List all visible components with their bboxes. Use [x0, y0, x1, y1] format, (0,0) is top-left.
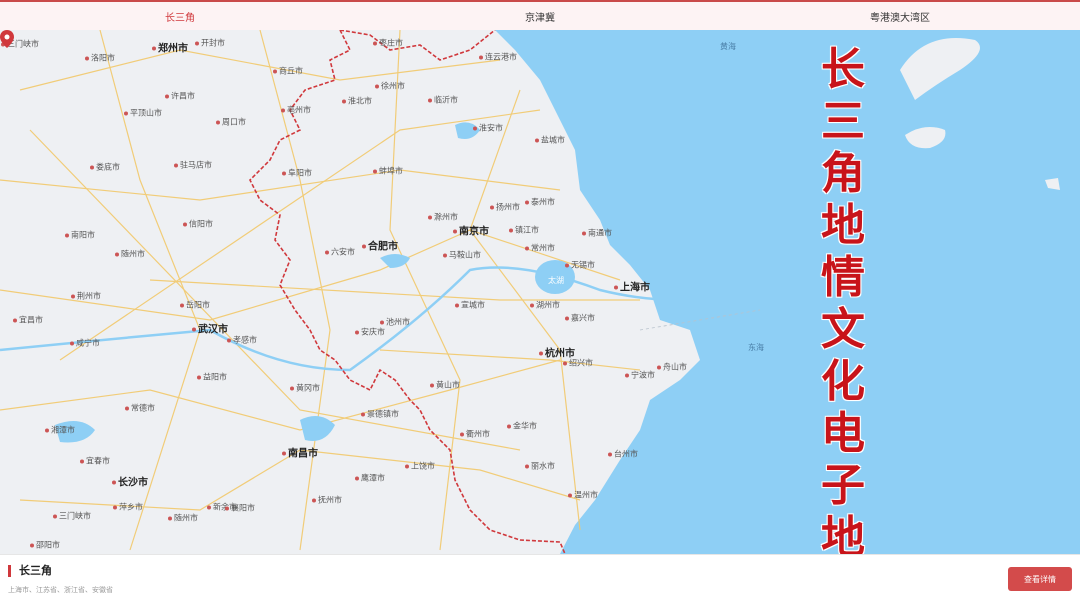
city-label: 随州市 [168, 513, 198, 524]
lake-chaohu [380, 254, 410, 268]
city-label: 湘潭市 [45, 425, 75, 436]
city-label: 无锡市 [565, 260, 595, 271]
title-char: 电 [821, 408, 865, 459]
city-label: 镇江市 [509, 225, 539, 236]
city-label: 连云港市 [479, 52, 517, 63]
city-label: 宜昌市 [13, 315, 43, 326]
map-view[interactable]: 三门峡市 郑州市 开封市 洛阳市 商丘市 枣庄市 连云港市 徐州市 临沂市 淮北… [0, 30, 1080, 554]
city-changsha: 长沙市 [112, 474, 148, 489]
city-label: 临沂市 [428, 95, 458, 106]
city-label: 常德市 [125, 403, 155, 414]
city-label: 许昌市 [165, 91, 195, 102]
city-label: 咸宁市 [70, 338, 100, 349]
city-label: 娄底市 [90, 162, 120, 173]
title-char: 子 [821, 460, 865, 511]
city-label: 鹰潭市 [355, 473, 385, 484]
city-label: 盐城市 [535, 135, 565, 146]
city-label: 淮北市 [342, 96, 372, 107]
sea-label-huanghai: 黄海 [720, 42, 736, 51]
title-char: 三 [821, 96, 865, 147]
city-label: 邵阳市 [30, 540, 60, 551]
city-label: 南通市 [582, 228, 612, 239]
city-label: 温州市 [568, 490, 598, 501]
city-label: 台州市 [608, 449, 638, 460]
city-label: 随州市 [115, 249, 145, 260]
city-label: 湖州市 [530, 300, 560, 311]
city-label: 滁州市 [428, 212, 458, 223]
city-label: 景德镇市 [361, 409, 399, 420]
city-label: 岳阳市 [180, 300, 210, 311]
region-tabs: 长三角 京津冀 粤港澳大湾区 [0, 0, 1080, 30]
city-label: 黄山市 [430, 380, 460, 391]
lake-label-taihu: 太湖 [548, 276, 564, 285]
city-label: 亳州市 [281, 105, 311, 116]
city-label: 襄阳市 [225, 503, 255, 514]
city-nanchang: 南昌市 [282, 445, 318, 460]
tab-greater-bay-area[interactable]: 粤港澳大湾区 [720, 2, 1080, 30]
city-label: 三门峡市 [53, 511, 91, 522]
city-label: 益阳市 [197, 372, 227, 383]
city-wuhan: 武汉市 [192, 321, 228, 336]
city-shanghai: 上海市 [614, 279, 650, 294]
region-boundary-north [339, 30, 496, 61]
sea-area [495, 30, 1080, 554]
city-label: 马鞍山市 [443, 250, 481, 261]
location-pin-icon[interactable] [0, 30, 14, 48]
title-char: 文 [821, 304, 865, 355]
city-label: 扬州市 [490, 202, 520, 213]
city-label: 金华市 [507, 421, 537, 432]
title-char: 地 [821, 200, 865, 251]
city-label: 周口市 [216, 117, 246, 128]
city-label: 常州市 [525, 243, 555, 254]
sea-label-donghai: 东海 [748, 343, 764, 352]
city-label: 抚州市 [312, 495, 342, 506]
city-label: 泰州市 [525, 197, 555, 208]
city-label: 宜春市 [80, 456, 110, 467]
title-char: 长 [821, 44, 865, 95]
city-label: 上饶市 [405, 461, 435, 472]
map-title-vertical: 长 三 角 地 情 文 化 电 子 地 [816, 44, 870, 554]
city-label: 蚌埠市 [373, 166, 403, 177]
city-label: 丽水市 [525, 461, 555, 472]
region-title: 长三角 [8, 565, 52, 577]
city-label: 绍兴市 [563, 358, 593, 369]
city-label: 淮安市 [473, 123, 503, 134]
city-label: 嘉兴市 [565, 313, 595, 324]
title-char: 化 [821, 356, 865, 407]
city-nanjing: 南京市 [453, 223, 489, 238]
city-label: 六安市 [325, 247, 355, 258]
city-label: 开封市 [195, 38, 225, 49]
city-label: 宁波市 [625, 370, 655, 381]
region-info-footer: 长三角 上海市、江苏省、浙江省、安徽省 查看详情 [0, 554, 1080, 604]
tab-jingjinji[interactable]: 京津冀 [360, 2, 720, 30]
city-label: 衢州市 [460, 429, 490, 440]
city-label: 阜阳市 [282, 168, 312, 179]
city-label: 徐州市 [375, 81, 405, 92]
city-label: 商丘市 [273, 66, 303, 77]
city-hefei: 合肥市 [362, 238, 398, 253]
city-label: 黄冈市 [290, 383, 320, 394]
title-char: 角 [821, 148, 865, 199]
title-char: 地 [821, 512, 865, 554]
city-label: 宣城市 [455, 300, 485, 311]
city-label: 南阳市 [65, 230, 95, 241]
city-label: 洛阳市 [85, 53, 115, 64]
city-label: 孝感市 [227, 335, 257, 346]
city-label: 舟山市 [657, 362, 687, 373]
tab-yangtze-delta[interactable]: 长三角 [0, 2, 360, 30]
city-label: 荆州市 [71, 291, 101, 302]
map-base-layer [0, 30, 1080, 554]
city-label: 信阳市 [183, 219, 213, 230]
city-label: 枣庄市 [373, 38, 403, 49]
title-char: 情 [821, 252, 865, 303]
view-details-button[interactable]: 查看详情 [1008, 567, 1072, 591]
city-label: 安庆市 [355, 327, 385, 338]
region-subtitle: 上海市、江苏省、浙江省、安徽省 [8, 586, 113, 594]
city-label: 萍乡市 [113, 502, 143, 513]
city-zhengzhou: 郑州市 [152, 40, 188, 55]
city-label: 驻马店市 [174, 160, 212, 171]
lake-poyang [300, 416, 335, 441]
city-label: 平顶山市 [124, 108, 162, 119]
